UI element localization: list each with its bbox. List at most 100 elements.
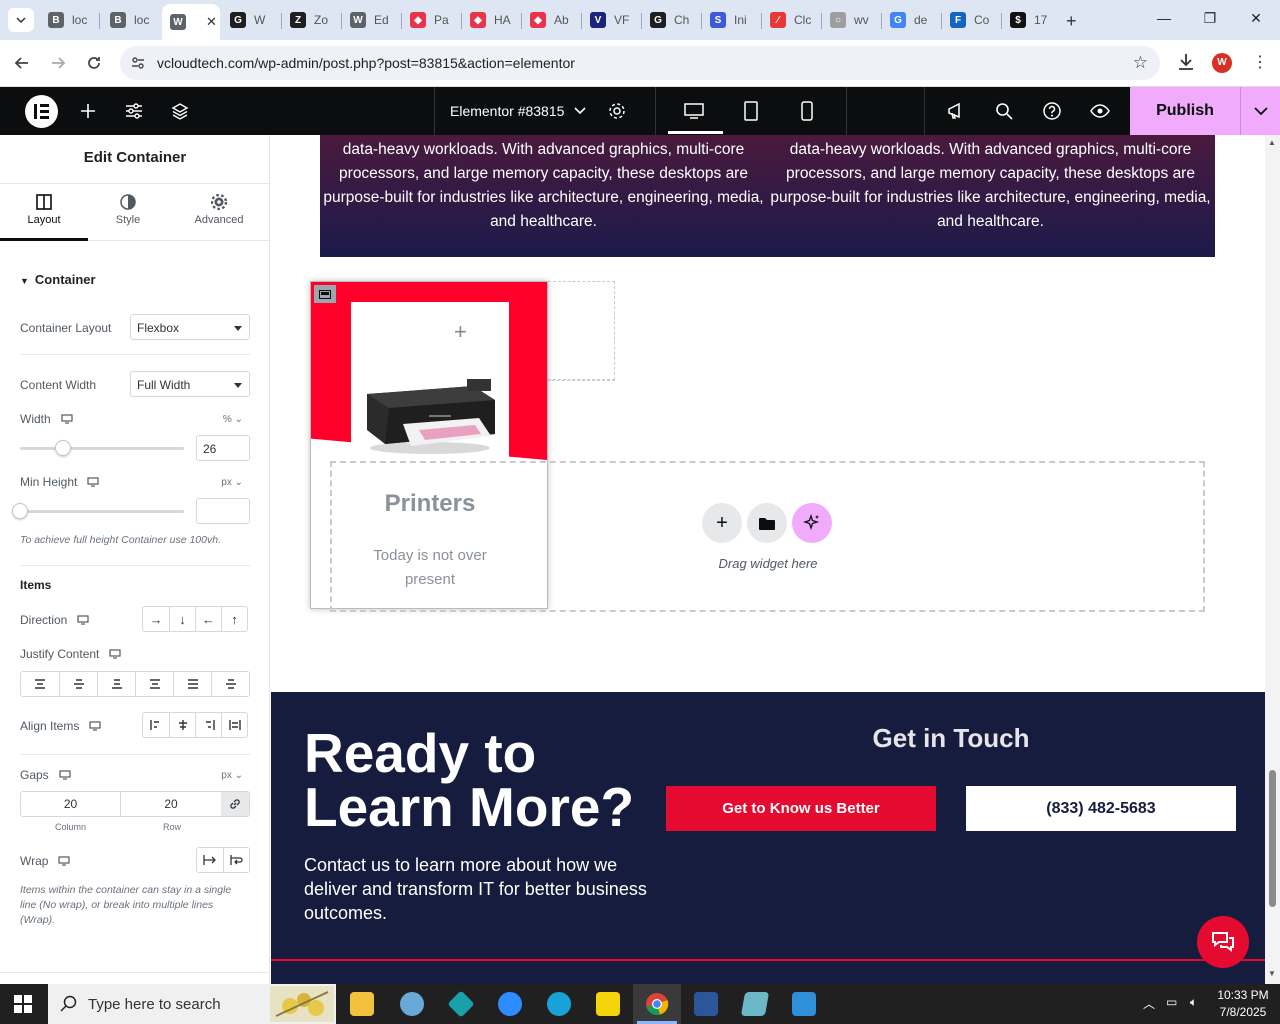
publish-button[interactable]: Publish (1130, 87, 1240, 135)
width-slider-handle[interactable] (54, 440, 71, 456)
mobile-view-button[interactable] (797, 101, 817, 121)
empty-container-outline[interactable] (548, 281, 615, 380)
gaps-unit-selector[interactable]: px ⌄ (221, 770, 243, 781)
min-height-input[interactable] (196, 498, 250, 524)
edge-browser-icon[interactable] (547, 992, 571, 1016)
taskbar-clock[interactable]: 10:33 PM 7/8/2025 (1208, 987, 1278, 1021)
gap-row-input[interactable]: 20 (121, 792, 221, 816)
browser-tab[interactable]: ∕ Clc (762, 6, 820, 34)
tab-style[interactable]: Style (84, 194, 172, 226)
browser-tab[interactable]: ○ wv (822, 6, 880, 34)
browser-tab[interactable]: Bloc (40, 6, 98, 34)
minimize-button[interactable]: — (1154, 10, 1174, 26)
section-toggle-container[interactable]: ▼ Container (20, 272, 96, 287)
finder-button[interactable] (994, 101, 1014, 121)
tab-layout[interactable]: Layout (0, 194, 88, 226)
browser-tab[interactable]: ◆ Pa (402, 6, 460, 34)
browser-tab[interactable]: V VF (582, 6, 640, 34)
browser-tab[interactable]: G Ch (642, 6, 700, 34)
structure-button[interactable] (170, 101, 190, 121)
browser-tab[interactable]: Z Zo (282, 6, 340, 34)
browser-tab[interactable]: ◆ HA (462, 6, 520, 34)
template-library-button[interactable] (747, 503, 787, 543)
direction-row-reverse-button[interactable]: ← (195, 607, 221, 631)
site-info-icon[interactable] (130, 55, 146, 71)
content-width-select[interactable]: Full Width (130, 371, 250, 397)
browser-tab[interactable]: F Co (942, 6, 1000, 34)
no-wrap-button[interactable] (197, 848, 223, 872)
chat-widget-button[interactable] (1197, 916, 1249, 968)
browser-tab[interactable]: W Ed (342, 6, 400, 34)
justify-center-button[interactable] (59, 672, 97, 696)
omnibox[interactable]: vcloudtech.com/wp-admin/post.php?post=83… (120, 46, 1160, 80)
browser-tab[interactable]: Bloc (102, 6, 160, 34)
file-explorer-icon[interactable] (350, 992, 374, 1016)
reload-button[interactable] (84, 53, 104, 73)
justify-space-evenly-button[interactable] (211, 672, 249, 696)
min-height-unit-selector[interactable]: px ⌄ (221, 477, 243, 488)
add-widget-button[interactable]: + (702, 503, 742, 543)
min-height-slider-track[interactable] (20, 510, 184, 513)
browser-tab[interactable]: GW (222, 6, 280, 34)
photos-icon[interactable] (792, 992, 816, 1016)
bookmark-star-icon[interactable]: ☆ (1133, 53, 1148, 73)
chrome-taskbar-button[interactable] (633, 984, 681, 1024)
direction-column-button[interactable]: ↓ (169, 607, 195, 631)
sticky-notes-icon[interactable] (596, 992, 620, 1016)
scroll-down-icon[interactable]: ▼ (1268, 969, 1276, 978)
responsive-desktop-icon[interactable] (87, 477, 99, 487)
new-tab-button[interactable]: + (1066, 11, 1077, 32)
page-settings-gear-icon[interactable] (608, 102, 626, 120)
profile-avatar[interactable]: W (1212, 53, 1232, 73)
publish-options-button[interactable] (1240, 87, 1280, 135)
link-values-button[interactable] (221, 792, 249, 816)
width-slider-track[interactable] (20, 447, 184, 450)
browser-tab[interactable]: ◆ Ab (522, 6, 580, 34)
align-stretch-button[interactable] (221, 713, 247, 737)
container-layout-select[interactable]: Flexbox (130, 314, 250, 340)
help-button[interactable] (1042, 101, 1062, 121)
width-unit-selector[interactable]: % ⌄ (223, 414, 243, 425)
browser-tab[interactable]: $17 (1002, 6, 1060, 34)
document-title-dropdown[interactable]: Elementor #83815 (434, 87, 656, 135)
tab-search-button[interactable] (8, 8, 34, 32)
responsive-desktop-icon[interactable] (59, 770, 71, 780)
width-input[interactable]: 26 (196, 435, 250, 461)
zoom-icon[interactable] (498, 992, 522, 1016)
browser-tab[interactable]: Gde (882, 6, 940, 34)
align-start-button[interactable] (143, 713, 169, 737)
close-window-button[interactable]: ✕ (1246, 10, 1266, 27)
browser-menu-icon[interactable]: ⋮ (1252, 52, 1268, 72)
browser-tab[interactable]: S Ini (702, 6, 760, 34)
container-handle-icon[interactable] (314, 285, 336, 303)
browser-tab-active[interactable]: W ✕ (162, 4, 220, 40)
elementor-logo-icon[interactable] (25, 95, 58, 128)
download-icon[interactable] (1176, 52, 1196, 72)
gap-column-input[interactable]: 20 (21, 792, 121, 816)
align-center-button[interactable] (169, 713, 195, 737)
preview-button[interactable] (1090, 101, 1110, 121)
responsive-desktop-icon[interactable] (58, 856, 71, 866)
justify-end-button[interactable] (97, 672, 135, 696)
network-icon[interactable]: ▭ (1166, 995, 1177, 1009)
min-height-slider-handle[interactable] (12, 503, 28, 519)
get-to-know-button[interactable]: Get to Know us Better (666, 786, 936, 831)
forward-button[interactable] (48, 53, 68, 73)
scrollbar-thumb[interactable] (1269, 770, 1276, 907)
wrap-button[interactable] (223, 848, 249, 872)
volume-icon[interactable]: 🔈︎ (1190, 995, 1197, 1010)
scroll-up-icon[interactable]: ▲ (1268, 138, 1276, 147)
responsive-desktop-icon[interactable] (77, 615, 89, 625)
app-icon[interactable] (740, 992, 770, 1016)
add-widget-plus-icon[interactable]: + (454, 319, 467, 345)
phone-button[interactable]: (833) 482-5683 (966, 786, 1236, 831)
whats-new-button[interactable] (946, 101, 966, 121)
responsive-desktop-icon[interactable] (61, 414, 73, 424)
tray-overflow-icon[interactable]: ︿ (1143, 995, 1155, 1012)
site-settings-button[interactable] (124, 101, 144, 121)
taskbar-search-box[interactable]: Type here to search (48, 984, 336, 1024)
direction-row-button[interactable]: → (143, 607, 169, 631)
maximize-button[interactable]: ❐ (1200, 10, 1220, 27)
align-end-button[interactable] (195, 713, 221, 737)
word-icon[interactable] (694, 992, 718, 1016)
